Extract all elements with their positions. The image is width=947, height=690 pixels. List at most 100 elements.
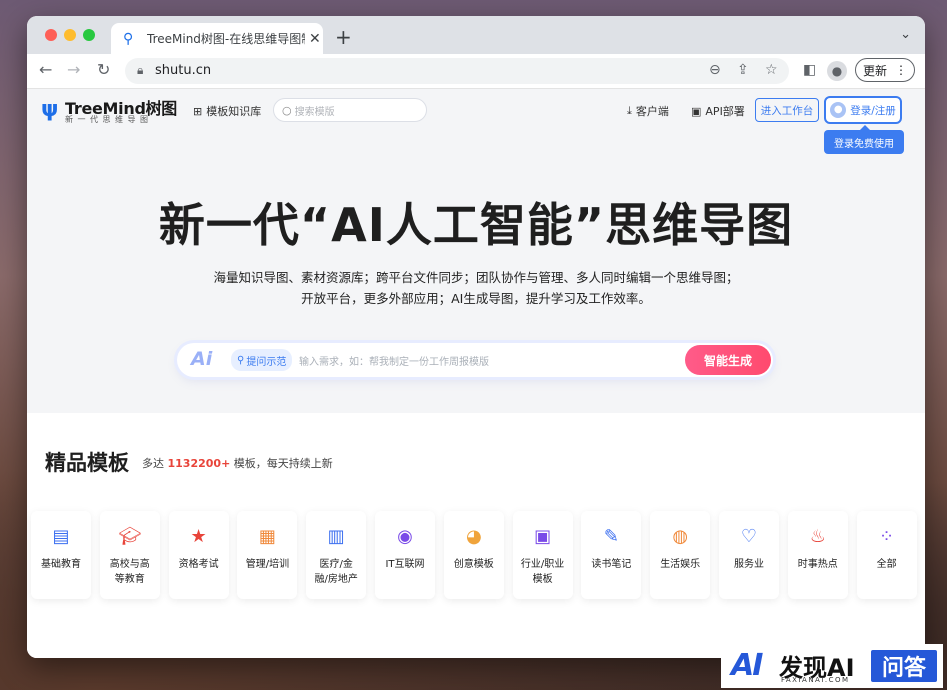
- location-pin-icon: ⚲: [237, 354, 245, 366]
- side-panel-icon[interactable]: ◧: [803, 62, 816, 78]
- browser-toolbar: ← → ↻ 🔒︎ shutu.cn ⊖ ⇪ ☆ ◧ ● 更新 ⋮: [27, 54, 925, 89]
- hero-subtitle-line2: 开放平台，更多外部应用；AI生成导图，提升学习及工作效率。: [301, 291, 651, 306]
- address-bar[interactable]: 🔒︎ shutu.cn ⊖ ⇪ ☆: [125, 58, 789, 84]
- planet-icon: ◉: [397, 526, 413, 547]
- category-card[interactable]: ⁘ 全部: [856, 511, 917, 599]
- category-card[interactable]: ▥ 医疗/金融/房地产: [306, 511, 367, 599]
- category-list: ▤ 基础教育 🎓︎ 高校与高等教育 ★ 资格考试 ▦ 管理/培训 ▥ 医疗/金融/房地产 ◉ IT互联…: [31, 511, 921, 601]
- tab-title: TreeMind树图-在线思维导图制作: [147, 32, 305, 46]
- book-icon: ▤: [52, 526, 70, 547]
- hero-subtitle: 海量知识导图、素材资源库；跨平台文件同步；团队协作与管理、多人同时编辑一个思维导…: [27, 267, 925, 309]
- watermark-logo: AI: [731, 648, 763, 683]
- category-label: 管理/培训: [245, 559, 290, 570]
- category-label: 服务业: [734, 559, 764, 570]
- api-deploy-link[interactable]: ▣ API部署: [691, 103, 745, 119]
- api-icon: ▣: [691, 104, 702, 118]
- watermark-url: FAXIANAI.COM: [781, 676, 850, 684]
- category-card[interactable]: ▦ 管理/培训: [237, 511, 298, 599]
- user-avatar-icon: ●: [830, 102, 847, 118]
- prompt-example-button[interactable]: ⚲ 提问示范: [231, 349, 293, 371]
- login-label: 登录/注册: [850, 104, 896, 117]
- category-card[interactable]: ♡ 服务业: [719, 511, 779, 599]
- hero-subtitle-line1: 海量知识导图、素材资源库；跨平台文件同步；团队协作与管理、多人同时编辑一个思维导…: [213, 270, 739, 285]
- zoom-icon[interactable]: ⊖: [709, 62, 721, 78]
- grid-icon: ⊞: [193, 104, 203, 118]
- close-window-button[interactable]: [45, 29, 57, 41]
- prompt-example-label: 提问示范: [246, 356, 287, 368]
- ai-prompt-bar: Ai ⚲ 提问示范 输入需求，如：帮我制定一份工作周报模版 智能生成: [177, 343, 773, 377]
- url-text[interactable]: shutu.cn: [155, 63, 211, 78]
- maximize-window-button[interactable]: [83, 29, 95, 41]
- logo-subtitle: 新一代思维导图: [65, 115, 153, 124]
- category-label: 基础教育: [41, 559, 81, 570]
- gamepad-icon: ◍: [672, 526, 689, 547]
- category-card[interactable]: ★ 资格考试: [168, 511, 229, 599]
- category-card[interactable]: ▣ 行业/职业模板: [512, 511, 573, 599]
- category-label: 资格考试: [178, 559, 219, 570]
- watermark: AI 发现AI FAXIANAI.COM 问答: [721, 644, 943, 688]
- login-tooltip[interactable]: 登录免费使用: [824, 125, 904, 154]
- tab-bar: ⚲ TreeMind树图-在线思维导图制作 ✕ + ⌄: [27, 16, 925, 54]
- category-card[interactable]: 🎓︎ 高校与高等教育: [99, 511, 160, 599]
- browser-tab[interactable]: ⚲ TreeMind树图-在线思维导图制作 ✕: [111, 23, 323, 54]
- client-label: 客户端: [635, 105, 669, 118]
- graduation-cap-icon: 🎓︎: [118, 526, 142, 547]
- lock-icon[interactable]: 🔒︎: [137, 63, 143, 78]
- smart-generate-button[interactable]: 智能生成: [685, 345, 771, 375]
- category-card[interactable]: ▤ 基础教育: [31, 511, 91, 599]
- building-icon: ▥: [327, 526, 345, 547]
- browser-window: ⚲ TreeMind树图-在线思维导图制作 ✕ + ⌄ ← → ↻ 🔒︎ shu…: [27, 16, 925, 658]
- api-label: API部署: [705, 105, 745, 118]
- forward-arrow-icon[interactable]: →: [67, 60, 80, 79]
- lightbulb-icon: ◕: [465, 526, 482, 547]
- template-count: 1132200+: [167, 457, 231, 470]
- category-card[interactable]: ♨ 时事热点: [787, 511, 848, 599]
- watermark-badge: 问答: [871, 650, 937, 682]
- search-icon: ○: [282, 103, 292, 117]
- site-header: ψ TreeMind树图 新一代思维导图 ⊞ 模板知识库 ○ 搜索模版 ⤓ 客户…: [27, 89, 925, 154]
- certificate-icon: ★: [190, 526, 207, 547]
- search-input[interactable]: ○ 搜索模版: [273, 98, 427, 122]
- category-card[interactable]: ✎ 读书笔记: [581, 511, 642, 599]
- hero-title: 新一代“AI人工智能”思维导图: [158, 198, 794, 252]
- section-subtitle: 多达 1132200+ 模板，每天持续上新: [142, 457, 333, 470]
- bookmark-star-icon[interactable]: ☆: [765, 62, 778, 78]
- search-placeholder: 搜索模版: [294, 106, 335, 118]
- share-icon[interactable]: ⇪: [737, 62, 749, 78]
- category-label: 全部: [876, 559, 897, 570]
- flame-icon: ♨: [809, 526, 826, 547]
- enter-workspace-button[interactable]: 进入工作台: [755, 98, 819, 122]
- whiteboard-icon: ▦: [258, 526, 276, 547]
- category-label: 生活娱乐: [660, 559, 701, 570]
- category-label: 高校与高等教育: [109, 559, 150, 585]
- category-label: 读书笔记: [591, 559, 632, 570]
- category-card[interactable]: ◕ 创意模板: [443, 511, 504, 599]
- reload-icon[interactable]: ↻: [97, 60, 110, 79]
- category-label: 时事热点: [797, 559, 838, 570]
- minimize-window-button[interactable]: [64, 29, 76, 41]
- briefcase-icon: ▣: [534, 526, 552, 547]
- category-label: IT互联网: [385, 559, 425, 570]
- more-menu-icon: ⋮: [895, 63, 907, 77]
- ai-logo-icon: Ai: [191, 348, 213, 370]
- download-icon: ⤓: [627, 104, 632, 117]
- templates-link[interactable]: ⊞ 模板知识库: [193, 103, 261, 119]
- treemind-logo-icon[interactable]: ψ: [41, 97, 58, 122]
- close-tab-icon[interactable]: ✕: [309, 31, 321, 47]
- update-button[interactable]: 更新 ⋮: [855, 58, 915, 82]
- back-arrow-icon[interactable]: ←: [39, 60, 52, 79]
- category-card[interactable]: ◉ IT互联网: [375, 511, 435, 599]
- category-card[interactable]: ◍ 生活娱乐: [650, 511, 711, 599]
- category-label: 医疗/金融/房地产: [314, 559, 358, 585]
- chevron-down-icon[interactable]: ⌄: [900, 27, 911, 42]
- new-tab-icon[interactable]: +: [335, 25, 352, 49]
- login-register-button[interactable]: ● 登录/注册: [824, 96, 902, 124]
- category-label: 行业/职业模板: [520, 559, 565, 585]
- update-label: 更新: [862, 63, 887, 78]
- service-icon: ♡: [740, 526, 758, 547]
- page-content: ψ TreeMind树图 新一代思维导图 ⊞ 模板知识库 ○ 搜索模版 ⤓ 客户…: [27, 89, 925, 658]
- treemind-favicon-icon: ⚲: [123, 30, 134, 47]
- client-download-link[interactable]: ⤓ 客户端: [627, 103, 669, 119]
- ai-prompt-input[interactable]: 输入需求，如：帮我制定一份工作周报模版: [299, 353, 489, 368]
- profile-avatar-icon[interactable]: ●: [827, 61, 847, 81]
